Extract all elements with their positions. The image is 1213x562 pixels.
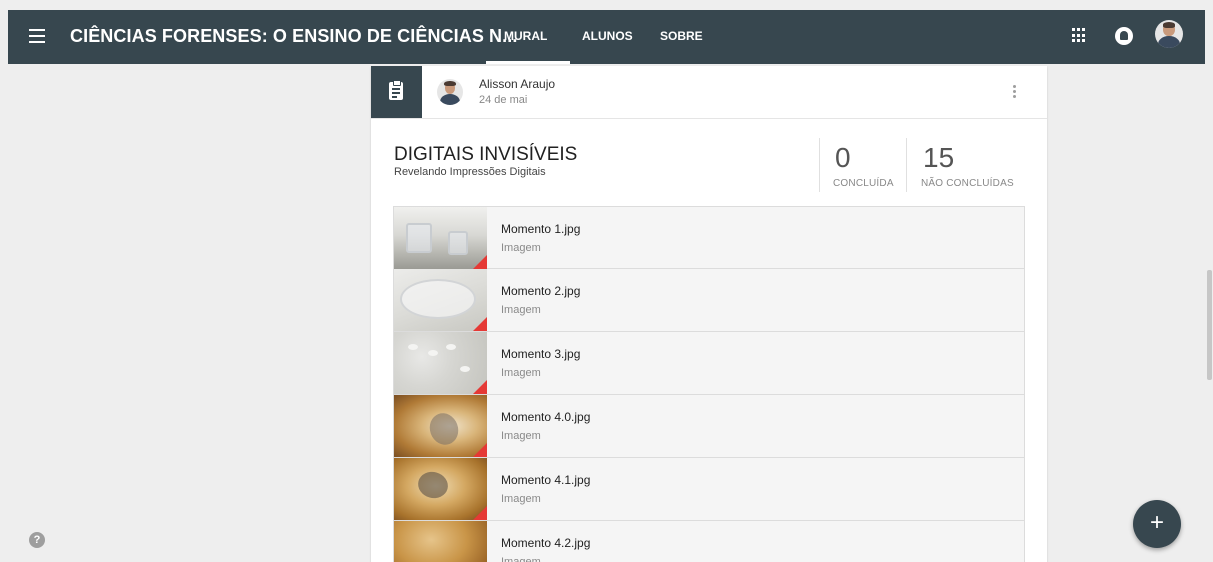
notifications-icon[interactable] [1115, 27, 1133, 45]
attachment-name: Momento 1.jpg [501, 222, 581, 236]
author-avatar[interactable] [437, 79, 463, 105]
attachment-thumbnail [394, 395, 487, 457]
help-icon[interactable]: ? [29, 532, 45, 548]
tab-alunos[interactable]: ALUNOS [582, 29, 633, 43]
attachment-item[interactable]: Momento 2.jpg Imagem [393, 269, 1025, 332]
top-app-bar: CIÊNCIAS FORENSES: O ENSINO DE CIÊNCIAS … [8, 10, 1205, 64]
apps-icon[interactable] [1072, 28, 1087, 43]
tab-mural[interactable]: MURAL [504, 29, 547, 43]
attachment-name: Momento 3.jpg [501, 347, 581, 361]
attachment-type: Imagem [501, 367, 541, 379]
attachment-type: Imagem [501, 304, 541, 316]
user-avatar[interactable] [1155, 20, 1183, 48]
attachment-item[interactable]: Momento 1.jpg Imagem [393, 206, 1025, 269]
completed-label: CONCLUÍDA [833, 178, 894, 189]
attachment-thumbnail [394, 332, 487, 394]
add-button[interactable]: + [1133, 500, 1181, 548]
attachment-thumbnail [394, 521, 487, 562]
more-options-icon[interactable] [1013, 85, 1017, 99]
not-completed-count[interactable]: 15 [923, 142, 954, 174]
divider [371, 118, 1047, 119]
attachment-item[interactable]: Momento 3.jpg Imagem [393, 332, 1025, 395]
attachment-name: Momento 2.jpg [501, 284, 581, 298]
attachment-item[interactable]: Momento 4.2.jpg Imagem [393, 521, 1025, 562]
scrollbar-thumb[interactable] [1207, 270, 1212, 380]
author-name[interactable]: Alisson Araujo [479, 77, 555, 91]
attachment-type: Imagem [501, 493, 541, 505]
attachment-list: Momento 1.jpg Imagem Momento 2.jpg Image… [393, 206, 1025, 562]
attachment-name: Momento 4.1.jpg [501, 473, 591, 487]
active-tab-indicator [486, 61, 570, 64]
attachment-name: Momento 4.2.jpg [501, 536, 591, 550]
attachment-type: Imagem [501, 556, 541, 562]
assignment-type-icon [371, 66, 422, 118]
assignment-description: Revelando Impressões Digitais [394, 166, 546, 178]
attachment-type: Imagem [501, 430, 541, 442]
attachment-type: Imagem [501, 242, 541, 254]
attachment-thumbnail [394, 458, 487, 520]
menu-icon[interactable] [29, 29, 45, 43]
attachment-thumbnail [394, 207, 487, 269]
attachment-item[interactable]: Momento 4.0.jpg Imagem [393, 395, 1025, 458]
post-date: 24 de mai [479, 94, 528, 106]
not-completed-label: NÃO CONCLUÍDAS [921, 178, 1014, 189]
divider [906, 138, 907, 192]
completed-count[interactable]: 0 [835, 142, 851, 174]
course-title[interactable]: CIÊNCIAS FORENSES: O ENSINO DE CIÊNCIAS … [70, 26, 517, 47]
attachment-item[interactable]: Momento 4.1.jpg Imagem [393, 458, 1025, 521]
clipboard-icon [389, 80, 403, 100]
tab-sobre[interactable]: SOBRE [660, 29, 703, 43]
divider [819, 138, 820, 192]
assignment-title[interactable]: DIGITAIS INVISÍVEIS [394, 144, 577, 166]
assignment-card: Alisson Araujo 24 de mai DIGITAIS INVISÍ… [371, 66, 1047, 562]
attachment-thumbnail [394, 269, 487, 331]
attachment-name: Momento 4.0.jpg [501, 410, 591, 424]
